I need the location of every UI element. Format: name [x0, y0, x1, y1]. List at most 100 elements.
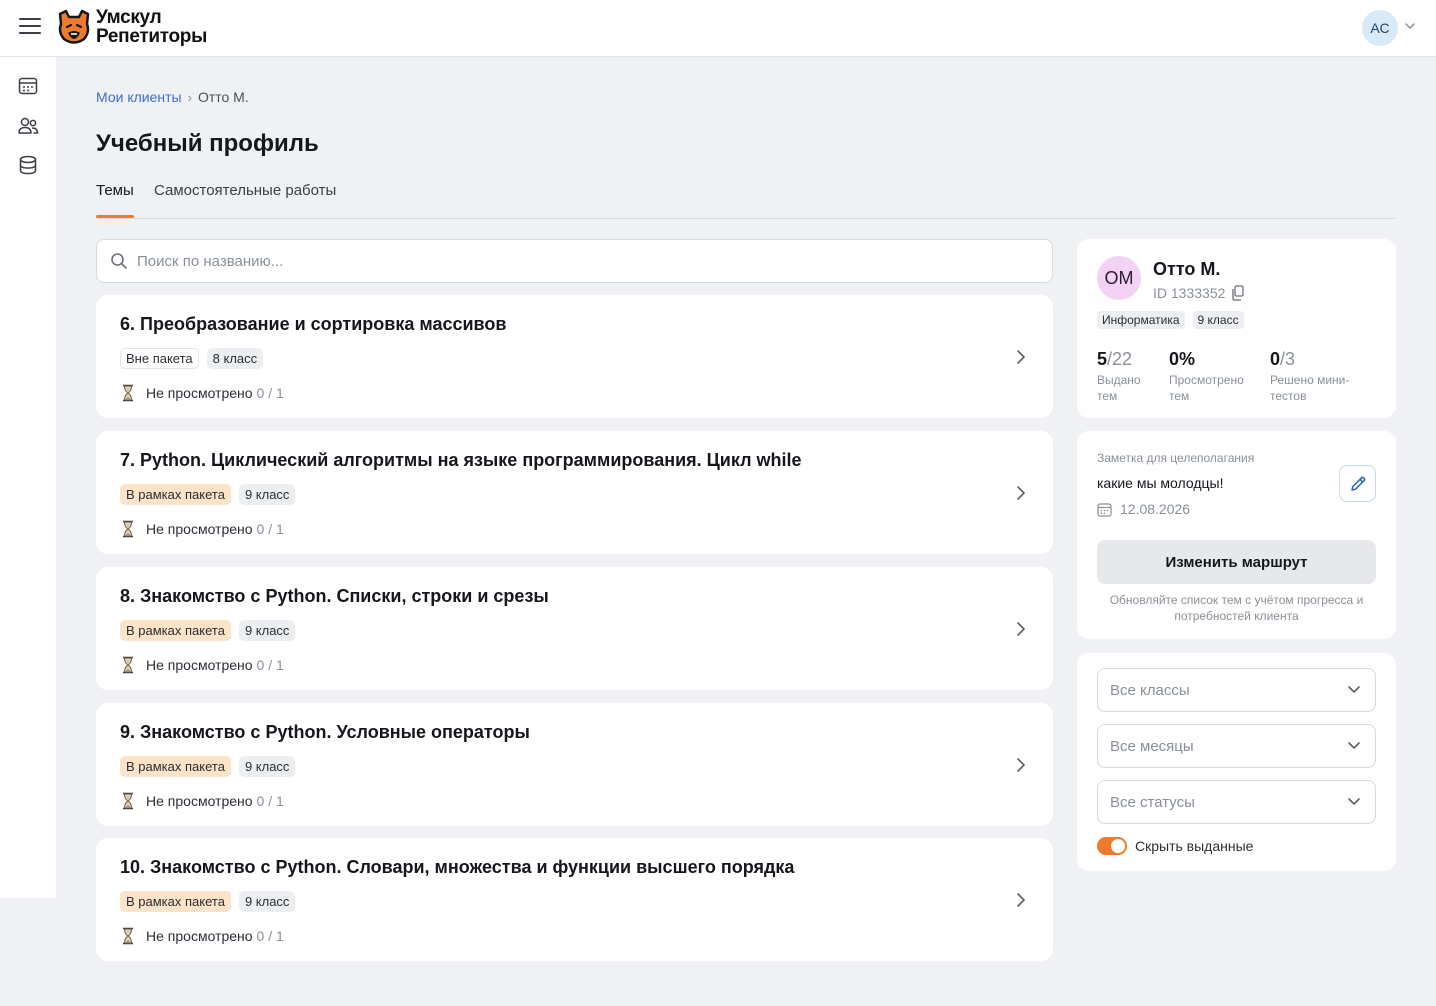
edit-note-button[interactable] [1339, 465, 1376, 502]
topic-card[interactable]: 10. Знакомство с Python. Словари, множес… [96, 838, 1053, 961]
grade-badge: 9 класс [238, 484, 296, 505]
note-caption: Заметка для целеполагания [1097, 451, 1255, 465]
breadcrumb-clients-link[interactable]: Мои клиенты [96, 89, 182, 105]
copy-icon[interactable] [1231, 285, 1245, 301]
pencil-icon [1350, 476, 1365, 491]
status-count: 0 / 1 [256, 657, 284, 673]
hourglass-icon [123, 520, 133, 538]
stat-value: 0 [1270, 349, 1281, 369]
topic-title: 10. Знакомство с Python. Словари, множес… [120, 857, 795, 877]
chevron-down-icon [1348, 686, 1360, 694]
chevron-right-icon [1017, 893, 1026, 907]
chevron-down-icon [1348, 798, 1360, 806]
months-select[interactable]: Все месяцы [1097, 724, 1376, 768]
breadcrumb-separator: › [187, 89, 192, 105]
grade-badge: 9 класс [1192, 311, 1244, 329]
select-value: Все классы [1110, 681, 1190, 699]
hourglass-icon [123, 384, 133, 402]
search-input[interactable] [137, 252, 1017, 270]
status-text: Не просмотрено [146, 385, 253, 401]
note-text: какие мы молодцы! [1097, 475, 1224, 491]
classes-select[interactable]: Все классы [1097, 668, 1376, 712]
hide-issued-toggle[interactable] [1097, 837, 1127, 855]
statuses-select[interactable]: Все статусы [1097, 780, 1376, 824]
logo[interactable]: Умскул Репетиторы [56, 8, 207, 46]
stat-issued: 5/22 Выдано тем [1097, 349, 1152, 404]
tab-independent-works[interactable]: Самостоятельные работы [154, 182, 336, 199]
menu-icon[interactable] [19, 18, 41, 38]
chevron-right-icon [1017, 622, 1026, 636]
client-id: ID 1333352 [1153, 285, 1245, 301]
subject-badge: Информатика [1097, 311, 1185, 329]
tab-bar: Темы Самостоятельные работы [96, 180, 1396, 219]
chevron-right-icon [1017, 350, 1026, 364]
chevron-right-icon [1017, 486, 1026, 500]
status-count: 0 / 1 [256, 521, 284, 537]
chevron-down-icon[interactable] [1404, 20, 1416, 32]
calendar-icon[interactable] [17, 75, 39, 97]
brand-line-2: Репетиторы [96, 26, 208, 47]
topic-status: Не просмотрено 0 / 1 [120, 520, 284, 538]
stat-value: 5 [1097, 349, 1108, 369]
topic-status: Не просмотрено 0 / 1 [120, 792, 284, 810]
package-badge: Вне пакета [120, 348, 199, 369]
route-hint: Обновляйте список тем с учётом прогресса… [1109, 593, 1364, 623]
client-avatar: ОМ [1097, 256, 1141, 300]
status-count: 0 / 1 [256, 385, 284, 401]
search-icon [111, 253, 127, 269]
tab-topics[interactable]: Темы [96, 182, 134, 218]
hide-issued-row: Скрыть выданные [1097, 837, 1253, 855]
select-value: Все месяцы [1110, 737, 1194, 755]
breadcrumb-current: Отто М. [197, 89, 249, 105]
package-badge: В рамках пакета [120, 891, 231, 912]
topic-status: Не просмотрено 0 / 1 [120, 656, 284, 674]
search-box [96, 239, 1053, 283]
package-badge: В рамках пакета [120, 484, 231, 505]
breadcrumb: Мои клиенты › Отто М. [96, 89, 249, 105]
status-text: Не просмотрено [146, 521, 253, 537]
grade-badge: 9 класс [238, 756, 296, 777]
clients-icon[interactable] [17, 115, 39, 137]
chevron-down-icon [1348, 742, 1360, 750]
note-date-text: 12.08.2026 [1120, 501, 1191, 517]
chevron-right-icon [1017, 758, 1026, 772]
topic-card[interactable]: 9. Знакомство с Python. Условные операто… [96, 703, 1053, 826]
note-date: 12.08.2026 [1097, 501, 1190, 517]
grade-badge: 8 класс [206, 348, 264, 369]
status-count: 0 / 1 [256, 928, 284, 944]
topic-title: 6. Преобразование и сортировка массивов [120, 314, 507, 334]
topic-card[interactable]: 6. Преобразование и сортировка массивов … [96, 295, 1053, 418]
stat-label: Выдано тем [1097, 373, 1141, 403]
change-route-button[interactable]: Изменить маршрут [1097, 540, 1376, 584]
goal-note-card: Заметка для целеполагания какие мы молод… [1077, 431, 1396, 639]
status-text: Не просмотрено [146, 657, 253, 673]
stat-label: Решено мини-тестов [1270, 373, 1350, 403]
bear-logo-icon [58, 9, 90, 44]
filters-card: Все классы Все месяцы Все статусы Скрыть… [1077, 653, 1396, 871]
package-badge: В рамках пакета [120, 620, 231, 641]
top-bar: Умскул Репетиторы АС [0, 0, 1436, 57]
stat-label: Просмотрено тем [1169, 373, 1244, 403]
topic-title: 8. Знакомство с Python. Списки, строки и… [120, 586, 549, 606]
stat-viewed: 0% Просмотрено тем [1169, 349, 1254, 404]
database-icon[interactable] [17, 154, 39, 176]
topic-card[interactable]: 7. Python. Циклический алгоритмы на язык… [96, 431, 1053, 554]
page-title: Учебный профиль [96, 130, 319, 157]
hourglass-icon [123, 656, 133, 674]
hourglass-icon [123, 927, 133, 945]
topic-status: Не просмотрено 0 / 1 [120, 384, 284, 402]
hourglass-icon [123, 792, 133, 810]
grade-badge: 9 класс [238, 620, 296, 641]
user-avatar[interactable]: АС [1362, 10, 1398, 46]
stat-total: /22 [1107, 349, 1133, 369]
client-name: Отто М. [1153, 259, 1221, 279]
hide-issued-label: Скрыть выданные [1135, 838, 1254, 854]
calendar-icon [1097, 502, 1112, 517]
package-badge: В рамках пакета [120, 756, 231, 777]
status-count: 0 / 1 [256, 793, 284, 809]
topic-card[interactable]: 8. Знакомство с Python. Списки, строки и… [96, 567, 1053, 690]
stat-total: /3 [1280, 349, 1296, 369]
client-card: ОМ Отто М. ID 1333352 Информатика 9 клас… [1077, 239, 1396, 418]
topic-status: Не просмотрено 0 / 1 [120, 927, 284, 945]
grade-badge: 9 класс [238, 891, 296, 912]
